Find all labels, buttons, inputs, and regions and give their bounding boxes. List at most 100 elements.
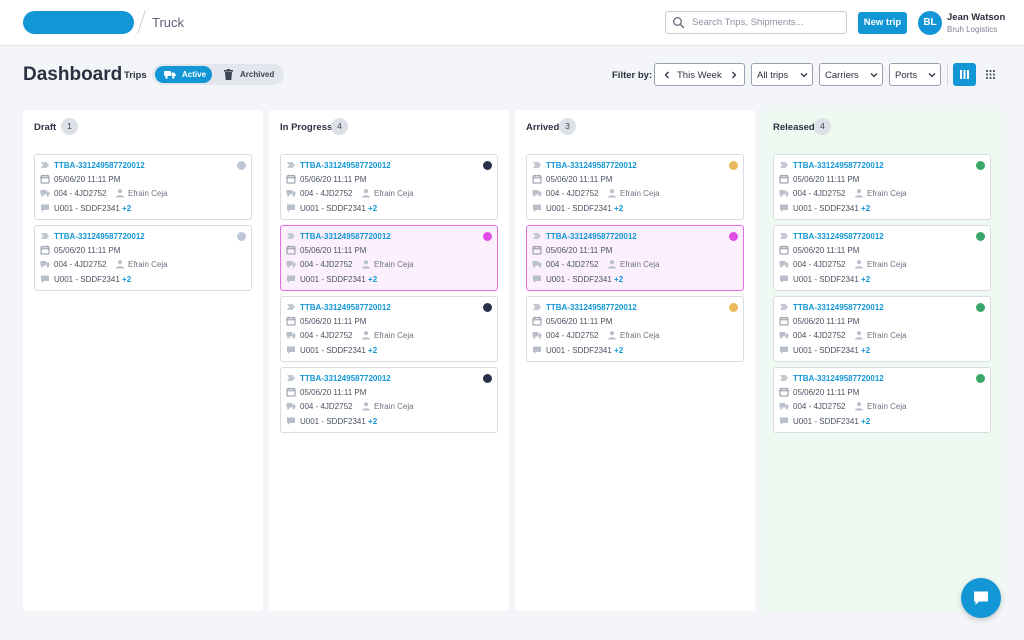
more-units-link[interactable]: +2 (614, 346, 623, 355)
chevron-left-icon[interactable] (663, 71, 671, 79)
toggle-active-button[interactable]: Active (155, 66, 212, 83)
trip-id-link[interactable]: TTBA-331249587720012 (546, 161, 637, 170)
trip-card[interactable]: TTBA-331249587720012 05/06/20 11:11 PM 004… (280, 367, 498, 433)
status-dot (483, 232, 492, 241)
more-units-link[interactable]: +2 (368, 417, 377, 426)
trip-card[interactable]: TTBA-331249587720012 05/06/20 11:11 PM 004… (34, 225, 252, 291)
calendar-icon (286, 387, 296, 397)
tag-icon (287, 162, 295, 168)
trip-card[interactable]: TTBA-331249587720012 05/06/20 11:11 PM 004… (34, 154, 252, 220)
trash-icon (224, 69, 233, 80)
unit-number: U001 - SDDF2341 (54, 204, 120, 213)
more-units-link[interactable]: +2 (122, 204, 131, 213)
truck-icon (286, 403, 296, 410)
calendar-icon (286, 174, 296, 184)
trip-card[interactable]: TTBA-331249587720012 05/06/20 11:11 PM 004… (280, 296, 498, 362)
trip-date: 05/06/20 11:11 PM (793, 388, 860, 397)
carriers-filter-dropdown[interactable]: Carriers (819, 63, 883, 86)
more-units-link[interactable]: +2 (614, 204, 623, 213)
new-trip-button[interactable]: New trip (858, 12, 907, 34)
driver-name: Efrain Ceja (128, 189, 168, 198)
user-icon (362, 331, 370, 340)
trip-card[interactable]: TTBA-331249587720012 05/06/20 11:11 PM 004… (773, 225, 991, 291)
truck-icon (532, 190, 542, 197)
truck-icon (164, 71, 176, 79)
chat-button[interactable] (961, 578, 1001, 618)
status-dot (976, 232, 985, 241)
trip-id-link[interactable]: TTBA-331249587720012 (300, 232, 391, 241)
breadcrumb-separator (137, 10, 146, 34)
ports-filter-dropdown[interactable]: Ports (889, 63, 941, 86)
trip-id-link[interactable]: TTBA-331249587720012 (300, 161, 391, 170)
trip-id-link[interactable]: TTBA-331249587720012 (793, 232, 884, 241)
trip-id-link[interactable]: TTBA-331249587720012 (300, 303, 391, 312)
grid-view-button[interactable] (982, 63, 999, 86)
search-input[interactable] (692, 14, 842, 31)
unit-info: U001 - SDDF2341 +2 (546, 204, 623, 213)
trips-label: Trips (124, 70, 147, 81)
message-icon (533, 346, 541, 354)
avatar[interactable]: BL (918, 11, 942, 35)
more-units-link[interactable]: +2 (861, 204, 870, 213)
filter-label: Filter by: (612, 70, 653, 81)
toggle-archived-button[interactable]: Archived (221, 66, 281, 83)
tag-icon (287, 304, 295, 310)
chevron-right-icon[interactable] (730, 71, 738, 79)
trip-id-link[interactable]: TTBA-331249587720012 (793, 303, 884, 312)
trip-card[interactable]: TTBA-331249587720012 05/06/20 11:11 PM 004… (773, 296, 991, 362)
trip-card[interactable]: TTBA-331249587720012 05/06/20 11:11 PM 004… (280, 225, 498, 291)
truck-icon (532, 332, 542, 339)
trip-card[interactable]: TTBA-331249587720012 05/06/20 11:11 PM 004… (773, 154, 991, 220)
status-dot (976, 303, 985, 312)
trip-card[interactable]: TTBA-331249587720012 05/06/20 11:11 PM 004… (526, 225, 744, 291)
truck-icon (286, 332, 296, 339)
search-icon (673, 17, 685, 29)
more-units-link[interactable]: +2 (614, 275, 623, 284)
more-units-link[interactable]: +2 (861, 346, 870, 355)
week-filter[interactable]: This Week (654, 63, 745, 86)
trip-id-link[interactable]: TTBA-331249587720012 (546, 303, 637, 312)
breadcrumb[interactable]: Truck (152, 15, 184, 30)
columns-icon (960, 70, 969, 79)
truck-icon (779, 190, 789, 197)
column-title: Draft (34, 122, 57, 133)
more-units-link[interactable]: +2 (368, 204, 377, 213)
truck-icon (40, 261, 50, 268)
trip-card[interactable]: TTBA-331249587720012 05/06/20 11:11 PM 004… (526, 154, 744, 220)
trip-id-link[interactable]: TTBA-331249587720012 (793, 161, 884, 170)
unit-info: U001 - SDDF2341 +2 (546, 275, 623, 284)
tag-icon (533, 162, 541, 168)
more-units-link[interactable]: +2 (368, 275, 377, 284)
trips-filter-dropdown[interactable]: All trips (751, 63, 813, 86)
more-units-link[interactable]: +2 (368, 346, 377, 355)
trip-card[interactable]: TTBA-331249587720012 05/06/20 11:11 PM 004… (526, 296, 744, 362)
status-dot (729, 303, 738, 312)
trip-id-link[interactable]: TTBA-331249587720012 (54, 232, 145, 241)
trip-card[interactable]: TTBA-331249587720012 05/06/20 11:11 PM 004… (280, 154, 498, 220)
unit-info: U001 - SDDF2341 +2 (54, 204, 131, 213)
trip-card[interactable]: TTBA-331249587720012 05/06/20 11:11 PM 004… (773, 367, 991, 433)
logo[interactable] (23, 11, 134, 34)
unit-number: U001 - SDDF2341 (300, 204, 366, 213)
board-view-button[interactable] (953, 63, 976, 86)
truck-number: 004 - 4JD2752 (300, 331, 353, 340)
truck-icon (532, 261, 542, 268)
calendar-icon (286, 316, 296, 326)
trip-id-link[interactable]: TTBA-331249587720012 (300, 374, 391, 383)
unit-number: U001 - SDDF2341 (300, 346, 366, 355)
more-units-link[interactable]: +2 (861, 275, 870, 284)
status-dot (483, 303, 492, 312)
unit-number: U001 - SDDF2341 (546, 275, 612, 284)
trip-id-link[interactable]: TTBA-331249587720012 (54, 161, 145, 170)
truck-icon (286, 190, 296, 197)
more-units-link[interactable]: +2 (122, 275, 131, 284)
search-box[interactable] (665, 11, 847, 34)
more-units-link[interactable]: +2 (861, 417, 870, 426)
trip-id-link[interactable]: TTBA-331249587720012 (546, 232, 637, 241)
status-dot (483, 161, 492, 170)
unit-info: U001 - SDDF2341 +2 (793, 204, 870, 213)
column-title: Arrived (526, 122, 560, 133)
trip-id-link[interactable]: TTBA-331249587720012 (793, 374, 884, 383)
user-icon (608, 331, 616, 340)
ports-filter-label: Ports (895, 70, 918, 81)
